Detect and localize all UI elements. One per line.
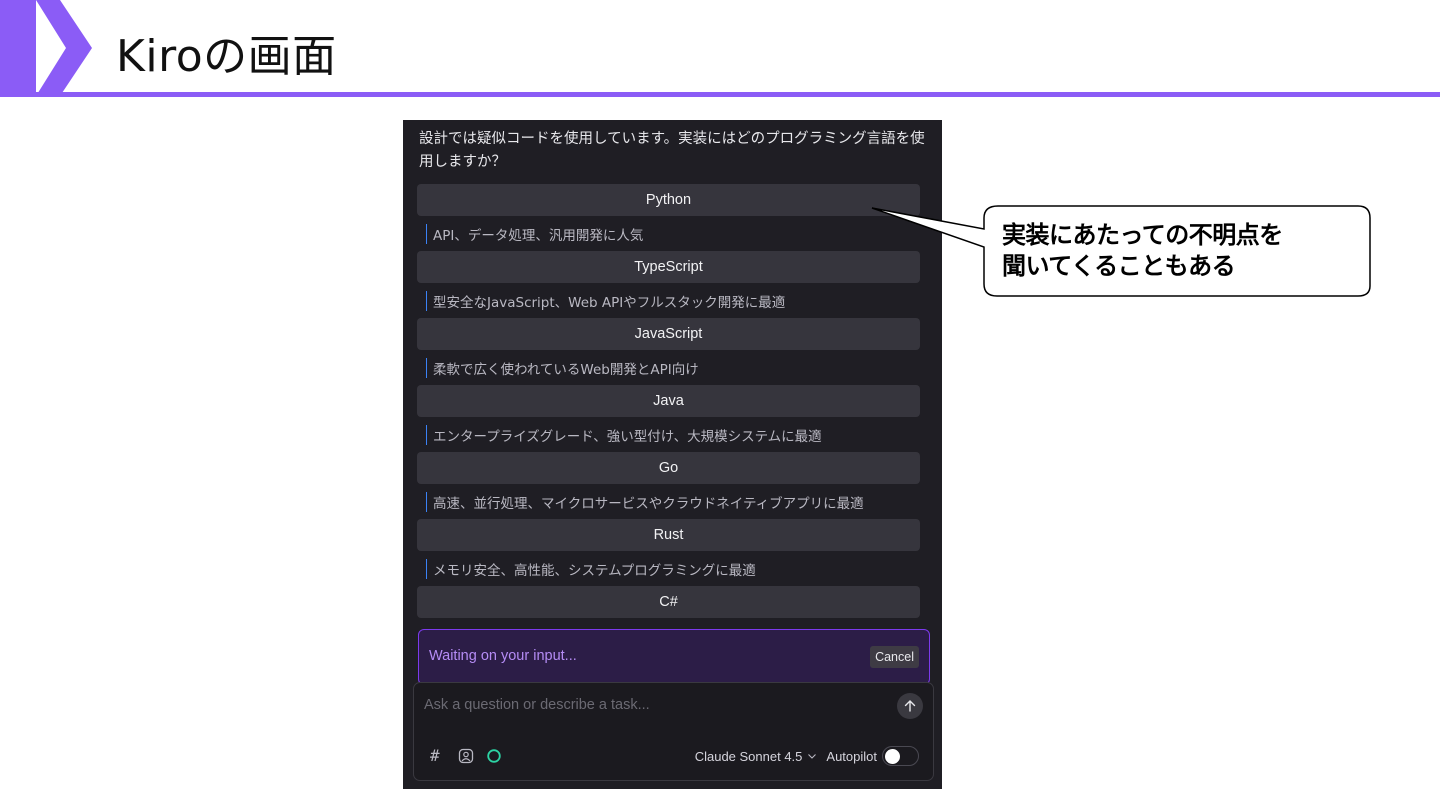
option-csharp: C# [417, 586, 921, 618]
option-rust: Rust メモリ安全、高性能、システムプログラミングに最適 [417, 519, 921, 586]
slide-title: Kiroの画面 [116, 31, 337, 82]
chevron-down-icon [808, 754, 817, 759]
waiting-status-text: Waiting on your input... [429, 648, 577, 664]
option-button[interactable]: Rust [417, 519, 920, 551]
composer-toolbar-left: # [430, 746, 502, 765]
option-description: 高速、並行処理、マイクロサービスやクラウドネイティブアプリに最適 [417, 484, 921, 519]
cancel-button[interactable]: Cancel [870, 646, 919, 668]
option-description-text: 型安全なJavaScript、Web APIやフルスタック開発に最適 [433, 294, 786, 311]
composer-toolbar-right: Claude Sonnet 4.5 Autopilot [695, 746, 919, 766]
option-button[interactable]: Java [417, 385, 920, 417]
option-description-text: エンタープライズグレード、強い型付け、大規模システムに最適 [433, 428, 822, 445]
option-button[interactable]: C# [417, 586, 920, 618]
chevron-decoration-icon [0, 0, 92, 96]
autopilot-label: Autopilot [826, 748, 877, 764]
option-python: Python API、データ処理、汎用開発に人気 [417, 184, 921, 251]
option-description-text: API、データ処理、汎用開発に人気 [433, 227, 644, 244]
option-description: 柔軟で広く使われているWeb開発とAPI向け [417, 350, 921, 385]
chat-composer: # Claude Sonnet 4.5 Autopilot [413, 682, 934, 781]
option-description: メモリ安全、高性能、システムプログラミングに最適 [417, 551, 921, 586]
option-button[interactable]: Python [417, 184, 920, 216]
toggle-knob [885, 749, 900, 764]
hash-icon[interactable]: # [430, 746, 446, 765]
option-description: エンタープライズグレード、強い型付け、大規模システムに最適 [417, 417, 921, 452]
option-go: Go 高速、並行処理、マイクロサービスやクラウドネイティブアプリに最適 [417, 452, 921, 519]
model-selector[interactable]: Claude Sonnet 4.5 [695, 749, 819, 764]
callout-line: 聞いてくることもある [1002, 252, 1236, 280]
option-javascript: JavaScript 柔軟で広く使われているWeb開発とAPI向け [417, 318, 921, 385]
option-description-text: メモリ安全、高性能、システムプログラミングに最適 [433, 562, 756, 579]
option-typescript: TypeScript 型安全なJavaScript、Web APIやフルスタック… [417, 251, 921, 318]
option-description-text: 柔軟で広く使われているWeb開発とAPI向け [433, 361, 699, 378]
option-description-text: 高速、並行処理、マイクロサービスやクラウドネイティブアプリに最適 [433, 495, 864, 512]
chat-input[interactable] [424, 695, 864, 715]
header-divider [0, 92, 1440, 97]
autopilot-toggle[interactable] [882, 746, 919, 766]
waiting-status-bar: Waiting on your input... Cancel [418, 629, 930, 685]
option-description: 型安全なJavaScript、Web APIやフルスタック開発に最適 [417, 283, 921, 318]
send-arrow-icon [904, 700, 916, 712]
status-circle-icon[interactable] [486, 748, 502, 764]
option-java: Java エンタープライズグレード、強い型付け、大規模システムに最適 [417, 385, 921, 452]
option-button[interactable]: JavaScript [417, 318, 920, 350]
option-button[interactable]: Go [417, 452, 920, 484]
image-icon[interactable] [458, 748, 474, 764]
option-button[interactable]: TypeScript [417, 251, 920, 283]
callout-line: 実装にあたっての不明点を [1002, 221, 1283, 249]
model-name: Claude Sonnet 4.5 [694, 748, 803, 764]
slide-header: Kiroの画面 [0, 0, 1440, 98]
send-button[interactable] [897, 693, 923, 719]
agent-question: 設計では疑似コードを使用しています。実装にはどのプログラミング言語を使用しますか… [419, 131, 925, 170]
language-options: Python API、データ処理、汎用開発に人気 TypeScript 型安全な… [417, 184, 921, 618]
callout-text: 実装にあたっての不明点を 聞いてくることもある [1002, 220, 1362, 282]
option-description: API、データ処理、汎用開発に人気 [417, 216, 921, 251]
